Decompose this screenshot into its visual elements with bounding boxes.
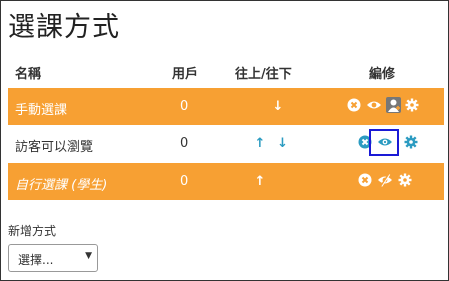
- delete-icon[interactable]: [347, 98, 361, 112]
- eye-slash-icon[interactable]: [377, 173, 393, 187]
- add-method-select[interactable]: 選擇... ▼: [8, 244, 98, 272]
- arrow-down-icon[interactable]: ↓: [276, 136, 290, 151]
- gear-icon[interactable]: [398, 173, 412, 187]
- page-title: 選課方式: [8, 12, 120, 43]
- gear-icon[interactable]: [404, 135, 418, 149]
- arrow-up-icon: ↑: [254, 174, 266, 189]
- header-updown: 往上/往下: [235, 67, 292, 82]
- row-name: 自行選課 (學生): [15, 178, 108, 193]
- arrow-down-icon: ↓: [272, 99, 284, 114]
- gear-icon[interactable]: [405, 98, 419, 112]
- row-users: 0: [180, 174, 189, 189]
- header-users: 用戶: [172, 67, 199, 82]
- add-method-label: 新增方式: [8, 224, 57, 238]
- enrolment-methods-page: 選課方式 名稱 用戶 往上/往下 編修 手動選課 0 ↓ 訪客可以瀏覽 0 ↑ …: [0, 0, 449, 281]
- table-header: 名稱 用戶 往上/往下 編修: [8, 63, 444, 83]
- header-edit: 編修: [369, 67, 396, 82]
- delete-icon[interactable]: [358, 173, 372, 187]
- table-row-guest: 訪客可以瀏覽 0 ↑ ↓: [8, 125, 444, 162]
- edit-icons: [345, 97, 425, 114]
- row-users: 0: [180, 136, 189, 151]
- header-name: 名稱: [15, 67, 42, 82]
- arrow-up-icon[interactable]: ↑: [253, 136, 267, 151]
- chevron-down-icon: ▼: [85, 251, 92, 261]
- focus-highlight-box: [369, 129, 399, 156]
- row-name: 訪客可以瀏覽: [15, 140, 94, 155]
- row-users: 0: [180, 99, 189, 114]
- row-name: 手動選課: [15, 103, 68, 118]
- move-buttons: ↑ ↓: [253, 136, 290, 151]
- move-up-button[interactable]: ↑: [253, 174, 267, 189]
- edit-icons: [356, 173, 436, 189]
- edit-icons: [358, 129, 438, 156]
- eye-icon[interactable]: [366, 98, 382, 112]
- enrol-users-icon[interactable]: [386, 97, 401, 113]
- select-value: 選擇...: [18, 253, 54, 267]
- table-row-manual: 手動選課 0 ↓: [8, 88, 444, 125]
- move-down-button[interactable]: ↓: [271, 99, 285, 114]
- table-row-self: 自行選課 (學生) 0 ↑: [8, 163, 444, 200]
